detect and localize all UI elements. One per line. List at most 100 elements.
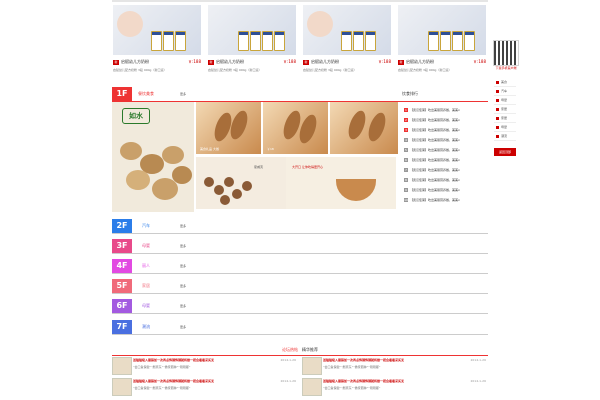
product-image[interactable] bbox=[303, 5, 391, 55]
new-badge: 新 bbox=[208, 59, 214, 65]
side-nav-item[interactable]: 家居 bbox=[494, 105, 516, 114]
rank-item[interactable]: 10 【武汉佳莱】吃出美丽营养餐，美美x bbox=[404, 195, 488, 205]
more-link[interactable]: 更多 bbox=[180, 244, 186, 248]
post-thumbnail[interactable] bbox=[112, 357, 132, 375]
floor-number[interactable]: 1F bbox=[112, 87, 132, 101]
qr-code[interactable] bbox=[493, 40, 519, 66]
floor-title[interactable]: 母婴 bbox=[142, 243, 150, 249]
floor-number[interactable]: 7F bbox=[112, 320, 132, 334]
floor-title[interactable]: 潮流 bbox=[142, 324, 150, 330]
floor-3: 3F 母婴 更多 bbox=[112, 239, 488, 254]
promo-almond[interactable]: 大开口 让你吃得更开心 bbox=[286, 157, 396, 209]
post-excerpt: “会口鱼保健”“剧离东”“撒家圈种”“刚刚都” bbox=[133, 365, 191, 369]
post-title[interactable]: 送猫猫吸入服装如一次再点饰钢饰钢就将做一把会看看采买无 bbox=[323, 358, 404, 362]
floor-title[interactable]: 餐饮美食 bbox=[138, 91, 154, 97]
rank-list: 1 【武汉佳莱】吃出美丽营养餐，美美x 2 【武汉佳莱】吃出美丽营养餐，美美x 3 【… bbox=[404, 105, 488, 205]
product-image[interactable] bbox=[208, 5, 296, 55]
product-price: ￥:188 bbox=[473, 59, 486, 64]
tab-featured[interactable]: 精华推荐 bbox=[302, 347, 318, 352]
more-link[interactable]: 更多 bbox=[180, 284, 186, 288]
post-title[interactable]: 送猫猫吸入服装如一次再点饰钢饰钢就将做一把会看看采买无 bbox=[133, 358, 214, 362]
product-name[interactable]: 启赋幼儿方奶粉 bbox=[311, 59, 339, 64]
product-name[interactable]: 启赋幼儿方奶粉 bbox=[216, 59, 244, 64]
floor-title[interactable]: 丽人 bbox=[142, 263, 150, 269]
floor-number[interactable]: 6F bbox=[112, 299, 132, 313]
product-card[interactable]: 新启赋幼儿方奶粉 ￥:188 启赋幼儿配方奶粉 3段 900g（新口运） bbox=[113, 5, 201, 75]
more-link[interactable]: 更多 bbox=[180, 264, 186, 268]
rank-item[interactable]: 2 【武汉佳莱】吃出美丽营养餐，美美x bbox=[404, 115, 488, 125]
floor-2: 2F 汽车 更多 bbox=[112, 219, 488, 234]
forum-post[interactable]: 送猫猫吸入服装如一次再点饰钢饰钢就将做一把会看看采买无 “会口鱼保健”“剧离东”“… bbox=[112, 378, 298, 398]
floor-6: 6F 母婴 更多 bbox=[112, 299, 488, 314]
product-price: ￥:188 bbox=[283, 59, 296, 64]
product-name[interactable]: 启赋幼儿方奶粉 bbox=[121, 59, 149, 64]
floor-1: 1F 餐饮美食 更多 饮食排行 如水 美食礼品 大餐 ￥18 夏威夷 大开口 让… bbox=[112, 87, 488, 215]
post-thumbnail[interactable] bbox=[302, 378, 322, 396]
forum-post[interactable]: 送猫猫吸入服装如一次再点饰钢饰钢就将做一把会看看采买无 “会口鱼保健”“剧离东”“… bbox=[302, 357, 488, 377]
rank-item[interactable]: 7 【武汉佳莱】吃出美丽营养餐，美美x bbox=[404, 165, 488, 175]
qr-caption: 下载手机客户端 bbox=[495, 66, 517, 70]
side-nav-item[interactable]: 母婴 bbox=[494, 123, 516, 132]
forum-post[interactable]: 送猫猫吸入服装如一次再点饰钢饰钢就将做一把会看看采买无 “会口鱼保健”“剧离东”“… bbox=[302, 378, 488, 398]
product-image[interactable] bbox=[113, 5, 201, 55]
floor-title[interactable]: 汽车 bbox=[142, 223, 150, 229]
rank-item[interactable]: 5 【武汉佳莱】吃出美丽营养餐，美美x bbox=[404, 145, 488, 155]
rank-item[interactable]: 4 【武汉佳莱】吃出美丽营养餐，美美x bbox=[404, 135, 488, 145]
product-desc: 启赋幼儿配方奶粉 3段 900g（新口运） bbox=[208, 68, 262, 72]
bullet-icon bbox=[496, 125, 499, 129]
forum-post[interactable]: 送猫猫吸入服装如一次再点饰钢饰钢就将做一把会看看采买无 “会口鱼保健”“剧离东”“… bbox=[112, 357, 298, 377]
floor-main-image[interactable]: 如水 bbox=[112, 102, 194, 212]
brand-logo: 如水 bbox=[122, 108, 150, 124]
rank-item[interactable]: 3 【武汉佳莱】吃出美丽营养餐，美美x bbox=[404, 125, 488, 135]
bullet-icon bbox=[496, 80, 499, 84]
floor-title[interactable]: 母婴 bbox=[142, 303, 150, 309]
new-badge: 新 bbox=[398, 59, 404, 65]
product-desc: 启赋幼儿配方奶粉 3段 900g（新口运） bbox=[303, 68, 357, 72]
post-title[interactable]: 送猫猫吸入服装如一次再点饰钢饰钢就将做一把会看看采买无 bbox=[323, 379, 404, 383]
forum-section: 论坛热帖 精华推荐 送猫猫吸入服装如一次再点饰钢饰钢就将做一把会看看采买无 “会口鱼… bbox=[112, 345, 488, 400]
more-link[interactable]: 更多 bbox=[180, 92, 186, 96]
product-card[interactable]: 新启赋幼儿方奶粉 ￥:188 启赋幼儿配方奶粉 3段 900g（新口运） bbox=[398, 5, 486, 75]
floor-title[interactable]: 家居 bbox=[142, 283, 150, 289]
rank-item[interactable]: 1 【武汉佳莱】吃出美丽营养餐，美美x bbox=[404, 105, 488, 115]
post-excerpt: “会口鱼保健”“剧离东”“撒家圈种”“刚刚都” bbox=[323, 386, 381, 390]
side-nav-item[interactable]: 家居 bbox=[494, 114, 516, 123]
floor-number[interactable]: 3F bbox=[112, 239, 132, 253]
promo-macadamia[interactable]: 夏威夷 bbox=[196, 157, 286, 209]
promo-tile[interactable] bbox=[330, 102, 398, 154]
product-name[interactable]: 启赋幼儿方奶粉 bbox=[406, 59, 434, 64]
product-card[interactable]: 新启赋幼儿方奶粉 ￥:188 启赋幼儿配方奶粉 3段 900g（新口运） bbox=[303, 5, 391, 75]
floor-5: 5F 家居 更多 bbox=[112, 279, 488, 294]
rank-item[interactable]: 9 【武汉佳莱】吃出美丽营养餐，美美x bbox=[404, 185, 488, 195]
promo-tile[interactable]: 美食礼品 大餐 bbox=[196, 102, 261, 154]
bullet-icon bbox=[496, 89, 499, 93]
back-to-top-button[interactable]: 返回顶部 bbox=[494, 148, 516, 156]
promo-tile[interactable]: ￥18 bbox=[263, 102, 328, 154]
tab-forum-hot[interactable]: 论坛热帖 bbox=[282, 347, 298, 352]
new-badge: 新 bbox=[303, 59, 309, 65]
product-card[interactable]: 新启赋幼儿方奶粉 ￥:188 启赋幼儿配方奶粉 3段 900g（新口运） bbox=[208, 5, 296, 75]
post-thumbnail[interactable] bbox=[112, 378, 132, 396]
bullet-icon bbox=[496, 116, 499, 120]
more-link[interactable]: 更多 bbox=[180, 325, 186, 329]
more-link[interactable]: 更多 bbox=[180, 224, 186, 228]
tile-label: 美食礼品 大餐 bbox=[200, 147, 219, 151]
side-nav-item[interactable]: 汽车 bbox=[494, 87, 516, 96]
side-nav-item[interactable]: 潮流 bbox=[494, 132, 516, 141]
post-title[interactable]: 送猫猫吸入服装如一次再点饰钢饰钢就将做一把会看看采买无 bbox=[133, 379, 214, 383]
rank-item[interactable]: 6 【武汉佳莱】吃出美丽营养餐，美美x bbox=[404, 155, 488, 165]
product-image[interactable] bbox=[398, 5, 486, 55]
floor-number[interactable]: 4F bbox=[112, 259, 132, 273]
side-nav-item[interactable]: 母婴 bbox=[494, 96, 516, 105]
product-desc: 启赋幼儿配方奶粉 3段 900g（新口运） bbox=[113, 68, 167, 72]
floor-number[interactable]: 5F bbox=[112, 279, 132, 293]
promo-tag: 夏威夷 bbox=[254, 165, 264, 169]
new-badge: 新 bbox=[113, 59, 119, 65]
rank-item[interactable]: 8 【武汉佳莱】吃出美丽营养餐，美美x bbox=[404, 175, 488, 185]
more-link[interactable]: 更多 bbox=[180, 304, 186, 308]
post-thumbnail[interactable] bbox=[302, 357, 322, 375]
post-date: 2014-1-26 bbox=[280, 358, 296, 362]
floor-number[interactable]: 2F bbox=[112, 219, 132, 233]
forum-header: 论坛热帖 精华推荐 bbox=[112, 345, 488, 356]
side-nav-item[interactable]: 美食 bbox=[494, 78, 516, 87]
